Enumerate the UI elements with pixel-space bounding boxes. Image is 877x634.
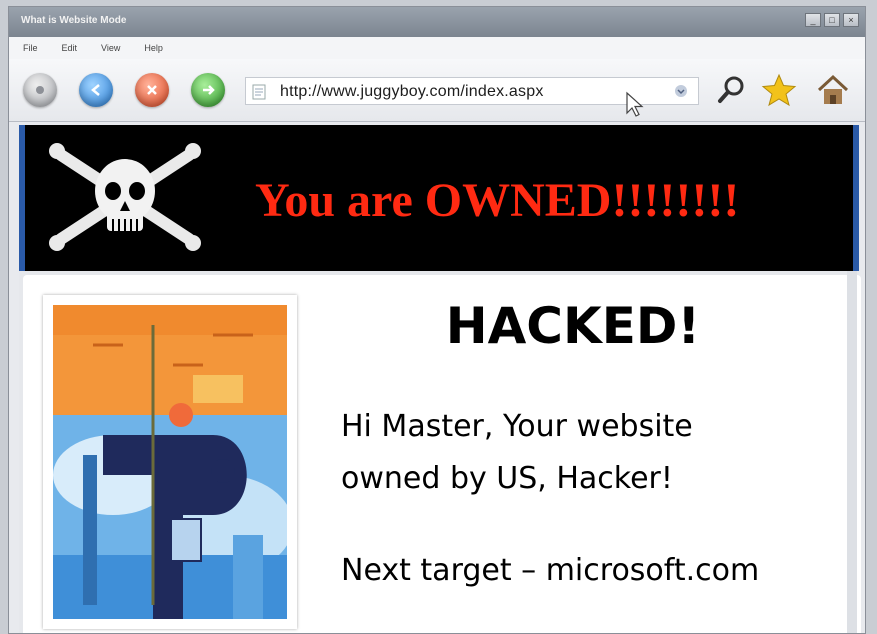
title-bar: What is Website Mode _ □ ×: [9, 7, 865, 37]
owned-banner: You are OWNED!!!!!!!!: [19, 125, 859, 271]
close-icon: [147, 85, 157, 95]
url-text: http://www.juggyboy.com/index.aspx: [280, 83, 544, 100]
browser-window: What is Website Mode _ □ × File Edit Vie…: [8, 6, 866, 634]
menu-file[interactable]: File: [23, 43, 38, 53]
menu-edit[interactable]: Edit: [62, 43, 78, 53]
back-button[interactable]: [79, 73, 113, 107]
page-scrollbar[interactable]: [847, 271, 857, 633]
mouse-cursor-icon: [626, 91, 644, 117]
owned-banner-text: You are OWNED!!!!!!!!: [255, 174, 740, 227]
browser-toolbar: http://www.juggyboy.com/index.aspx: [9, 59, 865, 122]
maximize-button[interactable]: □: [824, 13, 840, 27]
skull-crossbones-icon: [49, 143, 201, 251]
page-icon: [252, 84, 266, 100]
menu-help[interactable]: Help: [144, 43, 163, 53]
message-line-1: Hi Master, Your website: [341, 409, 693, 444]
message-line-2: owned by US, Hacker!: [341, 461, 673, 496]
hacked-card: HACKED! Hi Master, Your website owned by…: [23, 275, 861, 633]
window-controls: _ □ ×: [805, 13, 859, 27]
menu-view[interactable]: View: [101, 43, 120, 53]
hacker-illustration-frame: [43, 295, 297, 629]
close-tab-button[interactable]: [135, 73, 169, 107]
stop-icon: [36, 86, 44, 94]
back-icon: [91, 84, 100, 96]
star-icon[interactable]: [761, 73, 797, 107]
address-dropdown-icon[interactable]: [673, 83, 689, 99]
search-icon[interactable]: [715, 73, 749, 107]
next-target-text: Next target – microsoft.com: [341, 553, 760, 588]
hacker-message: Hi Master, Your website owned by US, Hac…: [341, 401, 693, 505]
window-title: What is Website Mode: [21, 15, 127, 26]
menu-bar: File Edit View Help: [9, 37, 865, 59]
home-icon[interactable]: [815, 73, 851, 107]
go-icon: [203, 85, 215, 95]
minimize-button[interactable]: _: [805, 13, 821, 27]
close-window-button[interactable]: ×: [843, 13, 859, 27]
page-content: You are OWNED!!!!!!!! HACKED! Hi Master,…: [19, 125, 861, 633]
hacker-illustration: [53, 305, 287, 619]
hacked-heading: HACKED!: [445, 297, 701, 355]
stop-button[interactable]: [23, 73, 57, 107]
go-button[interactable]: [191, 73, 225, 107]
